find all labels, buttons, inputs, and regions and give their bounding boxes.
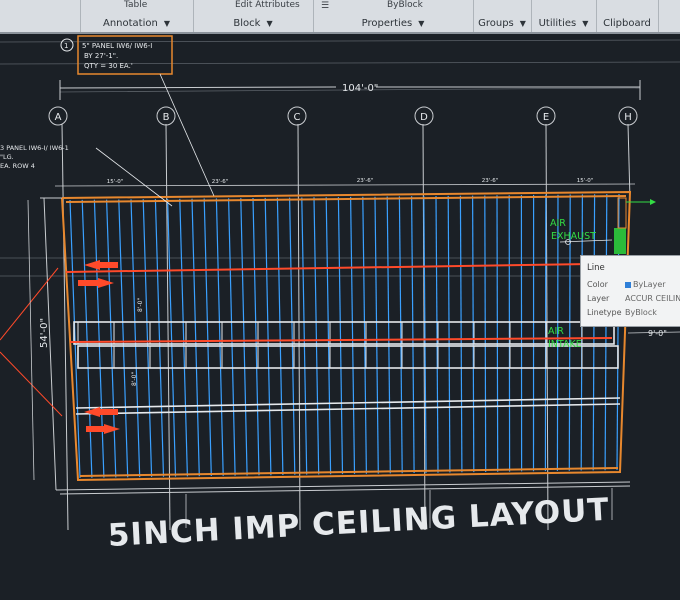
tooltip-value-text: ByLayer bbox=[633, 280, 666, 289]
segment-dims: 15'-0" 23'-6" 23'-6" 23'-6" 15'-0" bbox=[107, 178, 594, 185]
panel-joint-line bbox=[191, 198, 200, 477]
segment-dim: 23'-6" bbox=[212, 179, 229, 185]
ribbon-group-groups[interactable]: Groups ▼ bbox=[473, 0, 532, 32]
callout-1-line2: BY 27'-1". bbox=[84, 52, 118, 60]
panel-joint-line bbox=[154, 199, 165, 477]
overall-width-dim: 104'-0" bbox=[342, 83, 378, 94]
ribbon-group-utilities[interactable]: Utilities ▼ bbox=[531, 0, 597, 32]
panel-joint-line bbox=[447, 195, 451, 473]
callout-1-line3: QTY = 30 EA.' bbox=[84, 62, 133, 70]
ribbon-group-label: Block bbox=[233, 18, 261, 29]
panel-joint-line bbox=[203, 198, 212, 477]
tooltip-value: ByLayer bbox=[625, 280, 666, 289]
panel-joint-line bbox=[276, 197, 284, 476]
callout-1 bbox=[60, 35, 215, 197]
right-dim-text: 9'-0" bbox=[648, 329, 667, 338]
tooltip-key: Linetype bbox=[587, 308, 622, 317]
edit-attributes-button[interactable]: Edit Attributes bbox=[235, 0, 300, 10]
segment-dimension bbox=[54, 183, 636, 187]
ribbon-group-partial bbox=[0, 0, 81, 32]
segment-dim: 15'-0" bbox=[577, 178, 594, 184]
ribbon-group-label: Utilities bbox=[538, 18, 577, 29]
ribbon: Table Annotation ▼ Edit Attributes Block ▼… bbox=[0, 0, 680, 34]
ribbon-group-label: Clipboard bbox=[603, 18, 651, 29]
air-intake-label-1: AIR bbox=[548, 326, 564, 337]
panel-joint-line bbox=[374, 196, 379, 474]
segment-dim: 23'-6" bbox=[482, 178, 499, 184]
panel-joint-line bbox=[93, 199, 105, 478]
panel-joint-line bbox=[130, 199, 141, 478]
panel-joint-line bbox=[604, 194, 608, 471]
table-button[interactable]: Table bbox=[124, 0, 147, 10]
callout-1-line1: 5" PANEL IW6/ IW6-I bbox=[82, 42, 152, 50]
gridline-label: C bbox=[294, 112, 301, 123]
air-exhaust-label-1: AIR bbox=[550, 218, 566, 229]
panel-joint-line bbox=[264, 197, 272, 476]
panel-joint-line bbox=[313, 197, 320, 475]
callout-left-line1: 3 PANEL IW6-I/ IW6-1 bbox=[0, 144, 69, 152]
chevron-down-icon[interactable]: ▼ bbox=[520, 19, 526, 28]
ribbon-group-annotation[interactable]: Table Annotation ▼ bbox=[80, 0, 194, 32]
air-exhaust-marker bbox=[559, 197, 656, 254]
properties-tooltip: Line Color ByLayer Layer ACCUR CEILIN Li… bbox=[580, 255, 680, 327]
panel-joint-line bbox=[118, 199, 129, 478]
ribbon-group-clipboard[interactable]: Clipboard bbox=[596, 0, 659, 32]
ribbon-group-label: Annotation bbox=[103, 18, 158, 29]
chevron-down-icon[interactable]: ▼ bbox=[582, 19, 588, 28]
chevron-down-icon[interactable]: ▼ bbox=[266, 19, 272, 28]
tooltip-key: Color bbox=[587, 280, 608, 289]
ribbon-group-properties[interactable]: ☰ ByBlock Properties ▼ bbox=[313, 0, 474, 32]
panel-joint-line bbox=[81, 199, 93, 478]
chevron-down-icon[interactable]: ▼ bbox=[164, 19, 170, 28]
tooltip-value: ACCUR CEILIN bbox=[625, 294, 680, 303]
gridline-labels: A B C D E H bbox=[55, 112, 632, 123]
gridline-label: E bbox=[543, 112, 549, 123]
panel-joint-line bbox=[411, 196, 415, 474]
list-icon: ☰ bbox=[321, 1, 330, 11]
panel-joint-line bbox=[459, 195, 463, 473]
panel-joint-line bbox=[496, 195, 499, 472]
callout-number: 1 bbox=[64, 42, 68, 50]
panel-joint-line bbox=[386, 196, 391, 474]
callout-left-line2: "LG. bbox=[0, 153, 14, 161]
overall-height-dim: 54'-0" bbox=[39, 318, 50, 348]
gridline-label: B bbox=[163, 112, 170, 123]
duct-outlines bbox=[73, 321, 621, 415]
panel-joint-line bbox=[350, 196, 356, 474]
svg-text:8'-0": 8'-0" bbox=[131, 372, 138, 386]
air-intake-label-2: INTAKE bbox=[548, 339, 582, 350]
panel-joint-line bbox=[301, 197, 308, 475]
duct-segment-ticks bbox=[77, 322, 583, 368]
height-dimension bbox=[27, 199, 35, 481]
segment-dim: 15'-0" bbox=[107, 179, 124, 185]
ribbon-group-block[interactable]: Edit Attributes Block ▼ bbox=[193, 0, 314, 32]
segment-dim: 23'-6" bbox=[357, 178, 374, 184]
panel-joint-line bbox=[240, 198, 248, 476]
linetype-dropdown[interactable]: ByBlock bbox=[387, 0, 423, 10]
ribbon-group-label: Properties bbox=[361, 18, 413, 29]
callout-left-line3: EA. ROW 4 bbox=[0, 162, 35, 170]
tooltip-title: Line bbox=[587, 263, 605, 273]
color-swatch-icon bbox=[625, 281, 631, 288]
chevron-down-icon[interactable]: ▼ bbox=[418, 19, 424, 28]
gridlines bbox=[48, 106, 638, 531]
panel-joint-line bbox=[337, 197, 344, 475]
panel-lines bbox=[69, 193, 620, 479]
ribbon-group-label: Groups bbox=[478, 18, 514, 29]
svg-text:8'-0": 8'-0" bbox=[137, 298, 144, 312]
tooltip-value: ByBlock bbox=[625, 308, 657, 317]
gridline-label: D bbox=[420, 112, 428, 123]
air-exhaust-label-2: EXHAUST bbox=[551, 231, 596, 242]
panel-joint-line bbox=[228, 198, 236, 476]
gridline-label: A bbox=[55, 112, 62, 123]
panel-joint-line bbox=[484, 195, 487, 473]
gridline-label: H bbox=[624, 112, 632, 123]
tooltip-key: Layer bbox=[587, 294, 610, 303]
